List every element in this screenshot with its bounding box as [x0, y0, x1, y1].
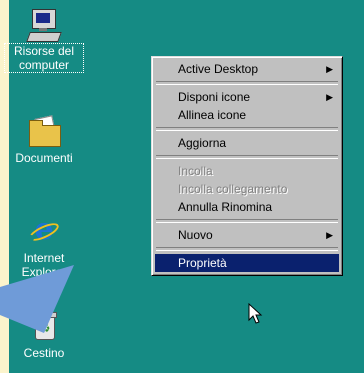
callout-pointer-icon	[0, 265, 74, 333]
menu-separator	[156, 81, 338, 85]
menu-separator	[156, 219, 338, 223]
my-computer-label: Risorse del computer	[4, 43, 84, 73]
submenu-arrow-icon: ▶	[326, 92, 333, 102]
menu-separator	[156, 127, 338, 131]
desktop-context-menu: Active Desktop ▶ Disponi icone ▶ Allinea…	[151, 56, 343, 276]
my-computer-icon	[26, 8, 62, 42]
menu-item-disponi-icone[interactable]: Disponi icone ▶	[155, 88, 339, 106]
my-computer-shortcut[interactable]: Risorse del computer	[4, 8, 84, 74]
menu-item-incolla-collegamento: Incolla collegamento	[178, 182, 288, 196]
documents-shortcut[interactable]: Documenti	[5, 115, 83, 167]
menu-item-proprieta[interactable]: Proprietà	[155, 254, 339, 272]
mouse-cursor-icon	[248, 303, 263, 324]
documents-label: Documenti	[15, 151, 73, 165]
menu-item-nuovo[interactable]: Nuovo ▶	[155, 226, 339, 244]
documents-folder-icon	[27, 115, 61, 149]
recycle-bin-label: Cestino	[23, 346, 65, 360]
submenu-arrow-icon: ▶	[326, 230, 333, 240]
menu-item-allinea-icone[interactable]: Allinea icone	[155, 106, 339, 124]
menu-item-active-desktop[interactable]: Active Desktop ▶	[155, 60, 339, 78]
internet-explorer-icon: e	[26, 215, 62, 249]
menu-item-incolla: Incolla	[178, 164, 213, 178]
menu-separator	[156, 247, 338, 251]
menu-item-annulla-rinomina[interactable]: Annulla Rinomina	[155, 198, 339, 216]
menu-separator	[156, 155, 338, 159]
submenu-arrow-icon: ▶	[326, 64, 333, 74]
menu-item-aggiorna[interactable]: Aggiorna	[155, 134, 339, 152]
